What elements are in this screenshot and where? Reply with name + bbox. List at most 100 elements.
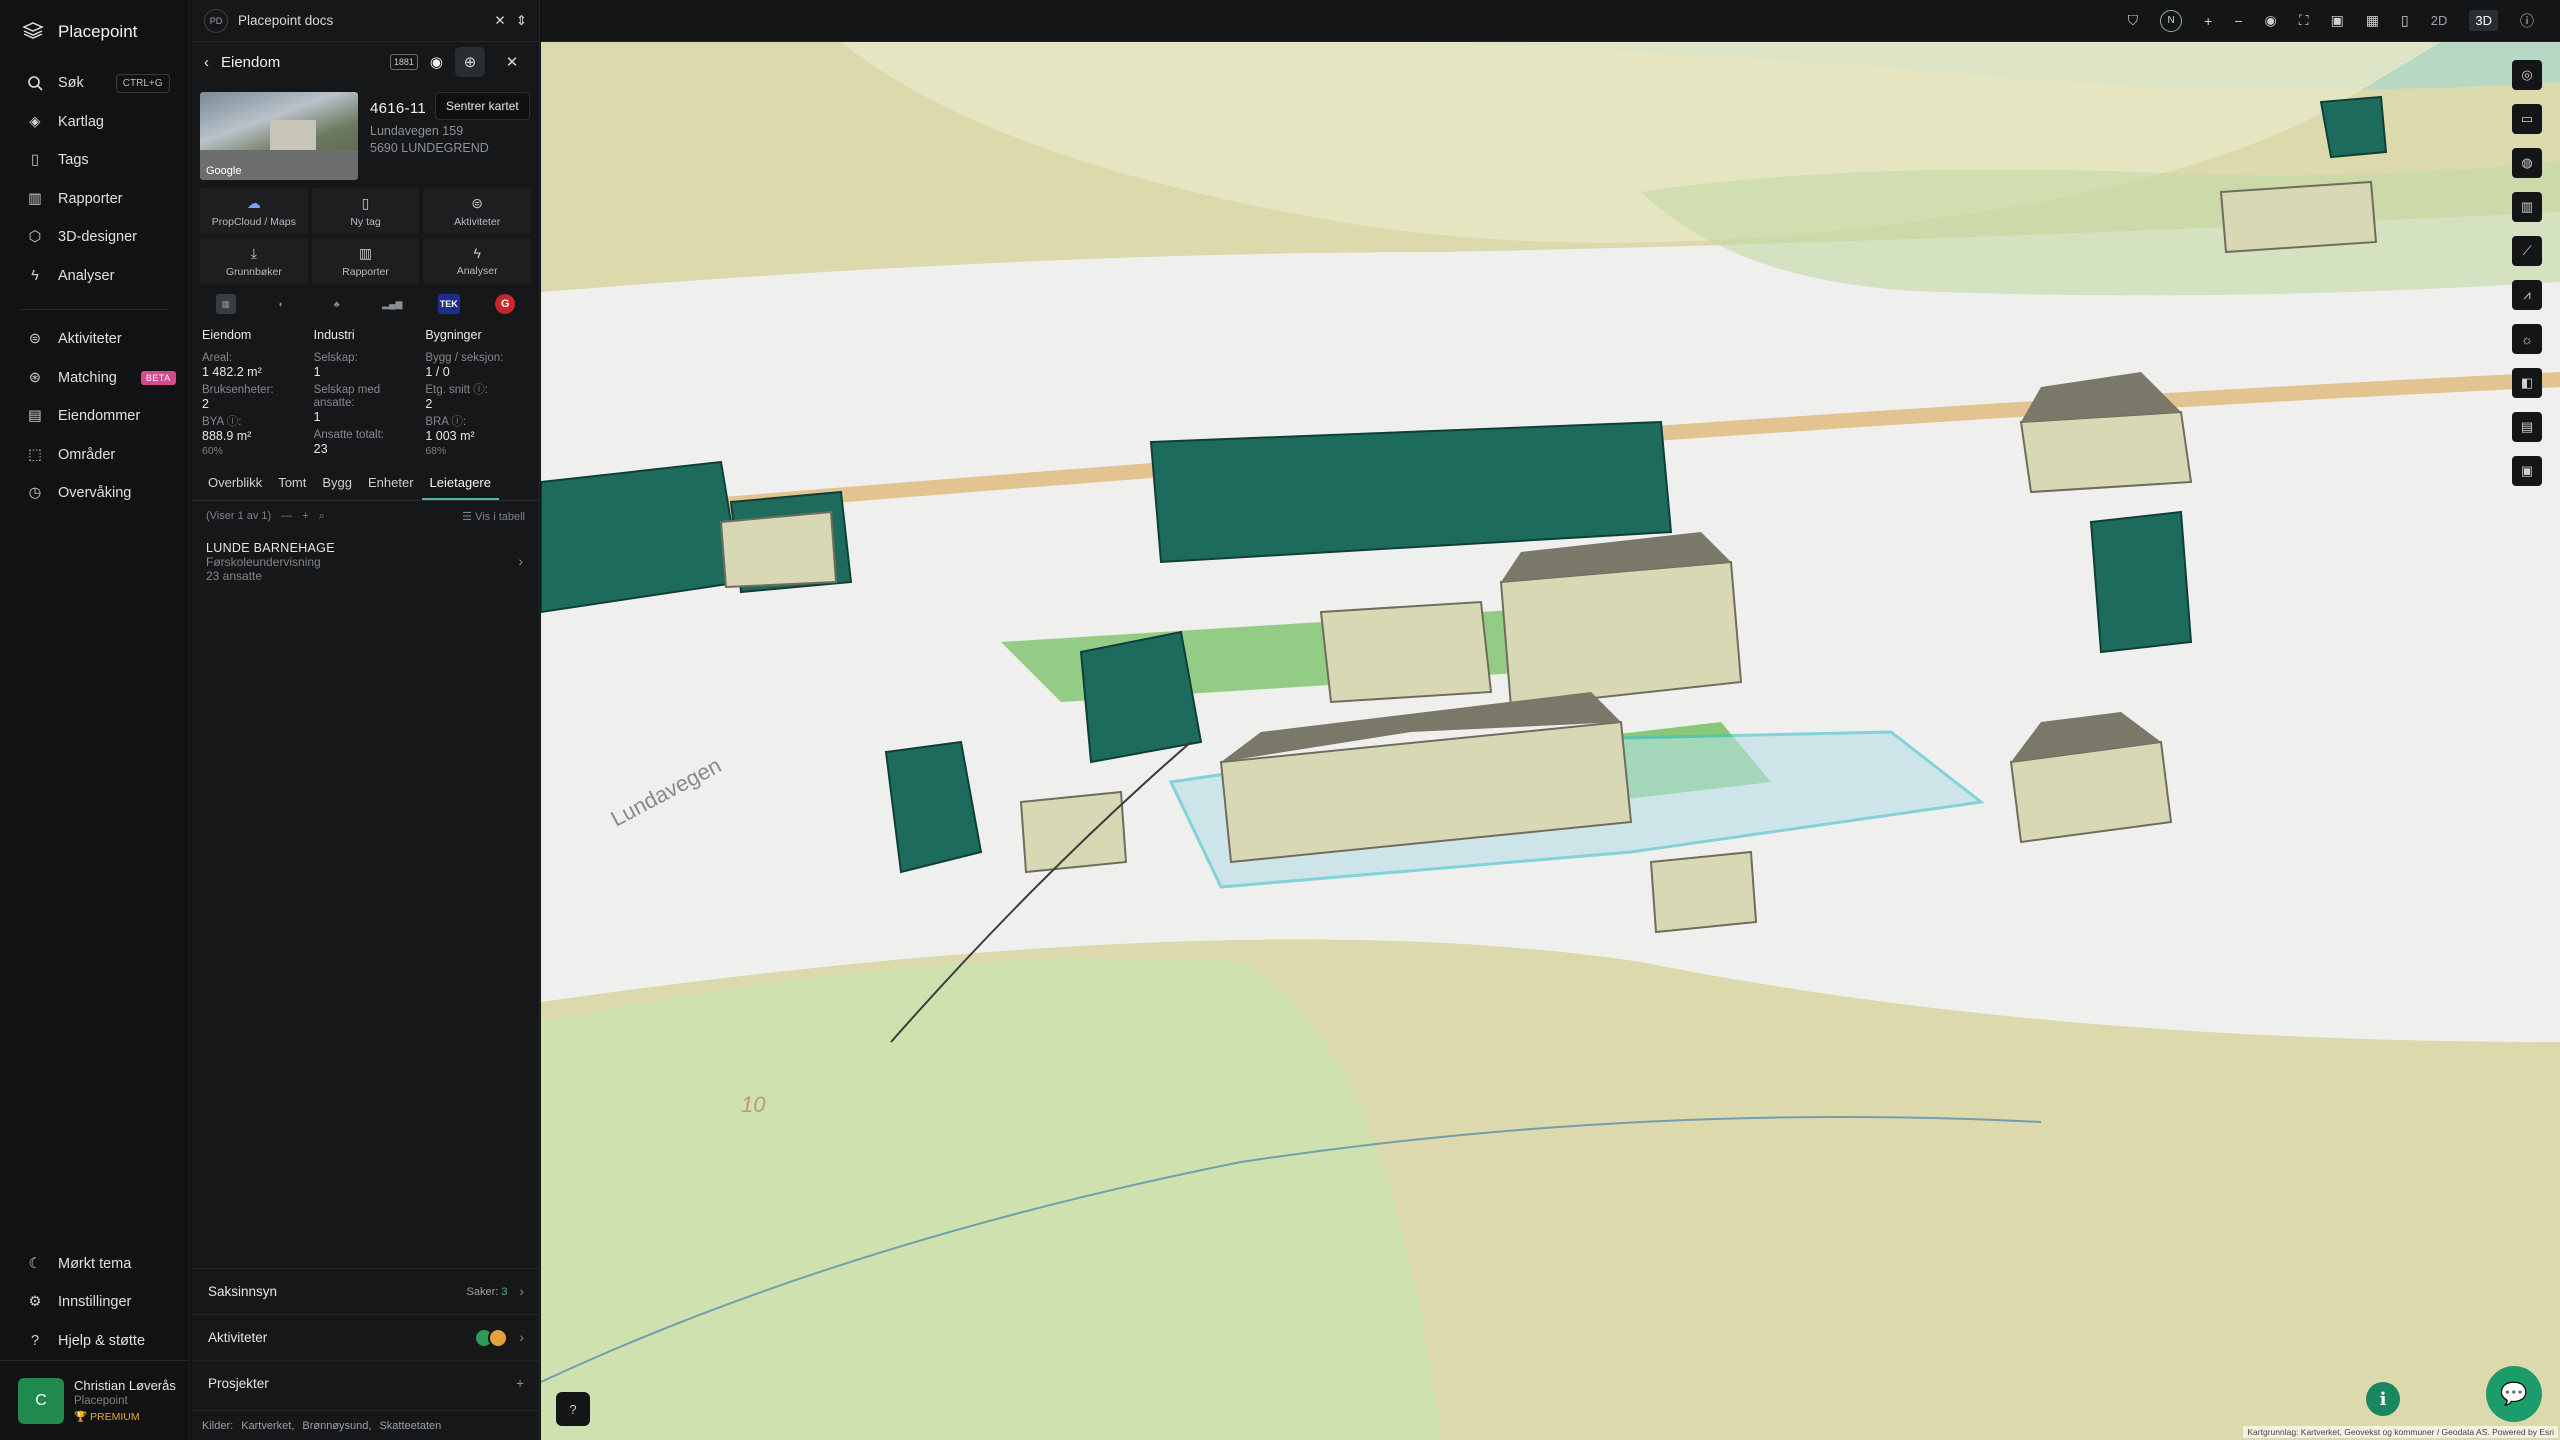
nav-label: Kartlag — [58, 113, 104, 130]
area-tool-icon[interactable]: ◍ — [2512, 148, 2542, 178]
eye-icon[interactable]: ◉ — [430, 53, 443, 71]
mode-2d-button[interactable]: 2D — [2431, 13, 2448, 28]
nav-item-analyser[interactable]: ϟ Analyser — [0, 257, 189, 296]
section-prosjekter[interactable]: Prosjekter + — [192, 1360, 540, 1406]
reports-tile[interactable]: ▥ Rapporter — [311, 238, 420, 284]
fullscreen-icon[interactable]: ⛶ — [2299, 12, 2309, 29]
nav-item-overvaking[interactable]: ◷ Overvåking — [0, 474, 189, 513]
source-tek-icon[interactable]: TEK — [437, 294, 460, 314]
chat-icon: 💬 — [2500, 1381, 2528, 1406]
zoom-out-icon[interactable]: − — [2234, 13, 2242, 29]
doc-title[interactable]: Placepoint docs — [238, 13, 333, 28]
cloud-icon: ☁ — [246, 194, 261, 211]
tab-tomt[interactable]: Tomt — [270, 469, 314, 500]
back-icon[interactable]: ‹ — [204, 54, 209, 71]
propcloud-tile[interactable]: ☁ PropCloud / Maps — [200, 188, 308, 234]
plus-icon[interactable]: + — [302, 510, 308, 522]
compass-north-icon[interactable]: N — [2160, 9, 2183, 32]
stat-label: BYA ⓘ: — [202, 416, 242, 428]
info-button[interactable]: i — [2366, 1382, 2400, 1416]
source-bars-icon[interactable]: ▂▄▆ — [382, 294, 402, 314]
source-link[interactable]: Kartverket, — [241, 1420, 294, 1432]
tab-leietagere[interactable]: Leietagere — [421, 469, 499, 500]
nav-item-3d-designer[interactable]: ⬡ 3D-designer — [0, 218, 189, 257]
source-g-icon[interactable]: G — [495, 294, 516, 314]
nav-item-help[interactable]: ? Hjelp & støtte — [0, 1322, 190, 1361]
tab-bygg[interactable]: Bygg — [314, 469, 360, 500]
minus-icon[interactable]: — — [281, 510, 292, 522]
tab-enheter[interactable]: Enheter — [360, 469, 422, 500]
tab-overblikk[interactable]: Overblikk — [200, 469, 270, 500]
nav-label: Rapporter — [58, 190, 123, 207]
nav-item-sok[interactable]: Søk CTRL+G — [0, 64, 189, 103]
search-icon[interactable]: ⌕ — [319, 510, 325, 523]
street-view-thumbnail[interactable]: Google — [200, 92, 358, 180]
nav-label: Innstillinger — [58, 1294, 132, 1311]
user-org: Placepoint — [74, 1395, 128, 1407]
expand-icon[interactable]: ⇕ — [516, 13, 527, 29]
brand[interactable]: Placepoint — [0, 0, 189, 64]
nav-item-omrader[interactable]: ⬚ Områder — [0, 436, 189, 475]
analyses-tile[interactable]: ϟ Analyser — [423, 238, 531, 284]
nav-item-aktiviteter[interactable]: ⊜ Aktiviteter — [0, 320, 189, 359]
nav-item-dark-theme[interactable]: ☾ Mørkt tema — [0, 1245, 190, 1284]
grid-icon[interactable]: ▦ — [2366, 12, 2379, 29]
center-map-button[interactable]: ⊕ — [455, 47, 485, 77]
nav-item-settings[interactable]: ⚙ Innstillinger — [0, 1283, 190, 1322]
close-doc-icon[interactable]: ✕ — [494, 13, 505, 29]
layers-toggle-icon[interactable]: ⛉ — [2128, 12, 2139, 29]
zoom-in-icon[interactable]: + — [2204, 13, 2212, 29]
nav-label: Hjelp & støtte — [58, 1332, 146, 1349]
nav-item-kartlag[interactable]: ◈ Kartlag — [0, 103, 189, 142]
stats-tool-icon[interactable]: ▥ — [2512, 192, 2542, 222]
nav-item-matching[interactable]: ⊛ Matching BETA — [0, 359, 189, 398]
nav-divider — [20, 309, 169, 310]
map-right-tools: ◎ ▭ ◍ ▥ ⟋ ⩘ ☼ ◧ ▤ ▣ — [2512, 60, 2542, 486]
help-icon: ? — [569, 1401, 577, 1417]
nav-item-eiendommer[interactable]: ▤ Eiendommer — [0, 397, 189, 436]
stat-label: Bygg / seksjon: — [425, 352, 504, 364]
elevation-tool-icon[interactable]: ⩘ — [2512, 280, 2542, 310]
map-canvas[interactable]: Lundavegen 10 Kartgrunnlag: Kartverket, … — [541, 42, 2560, 1440]
table-view-button[interactable]: ☰ Vis i tabell — [462, 510, 525, 523]
mode-3d-button[interactable]: 3D — [2469, 10, 2498, 31]
section-aktiviteter[interactable]: Aktiviteter › — [192, 1314, 540, 1360]
eye-icon[interactable]: ◉ — [2265, 12, 2277, 29]
stat-label: Etg. snitt ⓘ: — [425, 384, 488, 396]
panel-title: Eiendom — [221, 53, 281, 71]
stat-value: 2 — [202, 397, 209, 411]
camera-icon[interactable]: ▣ — [2331, 12, 2344, 29]
buildings-tool-icon[interactable]: ▤ — [2512, 412, 2542, 442]
source-tree-icon[interactable]: ♣ — [327, 294, 347, 314]
export-tool-icon[interactable]: ▣ — [2512, 456, 2542, 486]
shadow-tool-icon[interactable]: ◧ — [2512, 368, 2542, 398]
plus-icon[interactable]: + — [516, 1376, 524, 1391]
section-saksinnsyn[interactable]: Saksinnsyn Saker: 3 › — [192, 1268, 540, 1314]
download-icon: ⤓ — [250, 244, 257, 261]
globe-tool-icon[interactable]: ◎ — [2512, 60, 2542, 90]
close-panel-button[interactable]: ✕ — [497, 47, 527, 77]
nav-item-tags[interactable]: ▯ Tags — [0, 141, 189, 180]
source-globe-icon[interactable]: ◐ — [271, 294, 291, 314]
profile-tool-icon[interactable]: ⟋ — [2512, 236, 2542, 266]
cases-count: Saker: 3 — [467, 1286, 508, 1298]
tile-label: Aktiviteter — [454, 215, 501, 228]
1881-badge[interactable]: 1881 — [389, 54, 418, 70]
nav-item-rapporter[interactable]: ▥ Rapporter — [0, 180, 189, 219]
sources-footer: Kilder: Kartverket, Brønnøysund, Skattee… — [192, 1410, 540, 1440]
user-profile[interactable]: C Christian Løverås Placepoint 🏆 PREMIUM — [0, 1360, 190, 1440]
new-tag-tile[interactable]: ▯ Ny tag — [311, 188, 420, 234]
tenant-list-item[interactable]: LUNDE BARNEHAGE Førskoleundervisning 23 … — [192, 531, 539, 593]
info-icon[interactable]: ⓘ — [2520, 11, 2534, 31]
measure-tool-icon[interactable]: ▭ — [2512, 104, 2542, 134]
map-help-button[interactable]: ? — [556, 1392, 590, 1426]
sun-tool-icon[interactable]: ☼ — [2512, 324, 2542, 354]
source-link[interactable]: Skatteetaten — [379, 1420, 441, 1432]
bookmark-icon[interactable]: ▯ — [2401, 12, 2409, 29]
source-se-icon[interactable]: ▦ — [215, 294, 236, 314]
chat-button[interactable]: 💬 — [2486, 1366, 2542, 1422]
activities-tile[interactable]: ⊜ Aktiviteter — [423, 188, 531, 234]
source-link[interactable]: Brønnøysund, — [302, 1420, 371, 1432]
land-register-tile[interactable]: ⤓ Grunnbøker — [200, 238, 308, 284]
detail-tabs: Overblikk Tomt Bygg Enheter Leietagere — [192, 469, 539, 501]
